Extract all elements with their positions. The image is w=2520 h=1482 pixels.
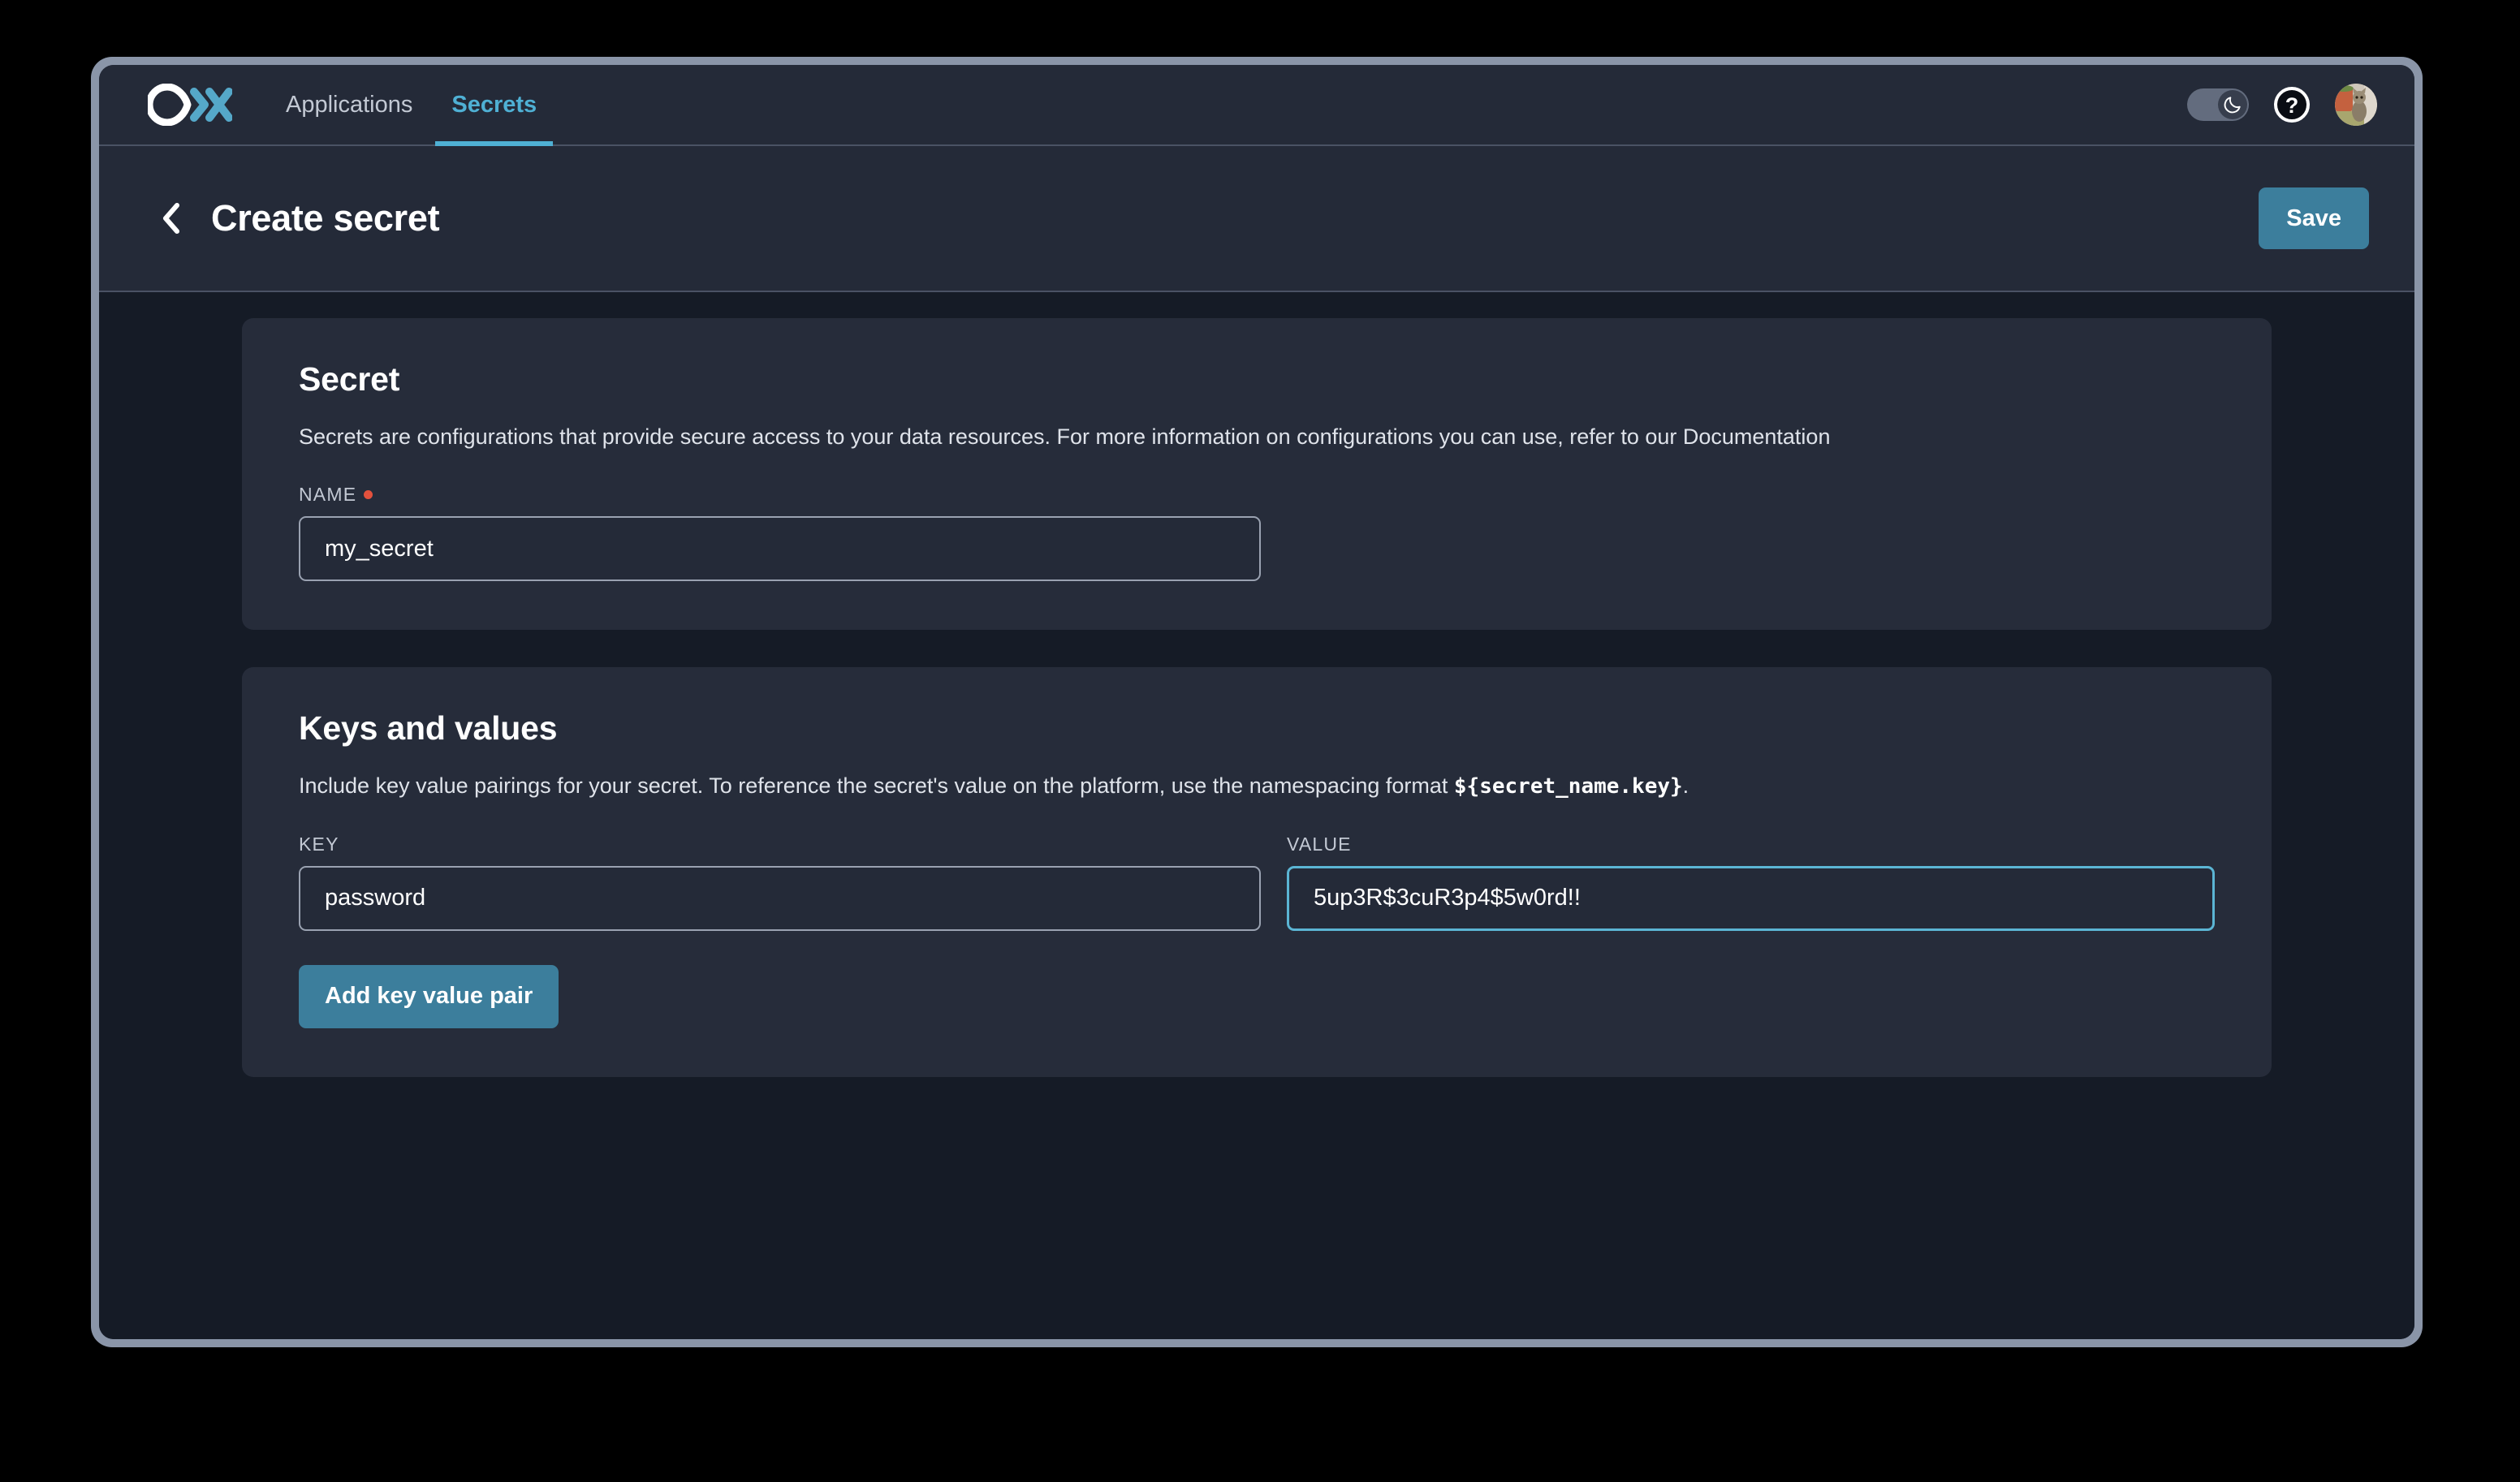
application-window: Applications Secrets ? Create secret Sav… [91,57,2423,1347]
nav-tab-applications[interactable]: Applications [266,65,432,144]
nav-tab-applications-label: Applications [286,91,413,118]
key-value-row: KEY VALUE [299,834,2215,931]
key-label-text: KEY [299,833,339,855]
key-field-label: KEY [299,834,1261,855]
value-column: VALUE [1287,834,2215,931]
namespacing-format-code: ${secret_name.key} [1453,774,1683,799]
dark-mode-toggle[interactable] [2187,88,2249,121]
svg-text:?: ? [2285,93,2299,118]
ox-logo[interactable] [148,84,232,126]
page-header: Create secret Save [99,146,2414,292]
value-input[interactable] [1287,865,2215,931]
keys-desc-text-2: . [1682,773,1689,799]
secret-card: Secret Secrets are configurations that p… [242,318,2272,631]
key-input[interactable] [299,865,1261,931]
nav-tabs: Applications Secrets [266,65,556,146]
avatar-image [2335,84,2377,126]
required-indicator-icon [364,490,373,500]
keys-and-values-card: Keys and values Include key value pairin… [242,667,2272,1077]
moon-icon [2224,97,2241,114]
value-label-text: VALUE [1287,833,1352,855]
top-navigation-bar: Applications Secrets ? [99,65,2414,146]
keys-card-title: Keys and values [299,709,558,747]
secret-card-description: Secrets are configurations that provide … [299,424,1831,449]
key-column: KEY [299,834,1261,931]
nav-right-actions: ? [2187,84,2377,126]
help-circle-icon[interactable]: ? [2273,86,2311,123]
secret-name-input[interactable] [299,516,1261,582]
add-key-value-pair-button[interactable]: Add key value pair [299,964,559,1028]
content-area: Secret Secrets are configurations that p… [99,292,2414,1339]
chevron-left-icon [163,203,179,234]
page-title: Create secret [211,197,440,239]
save-button[interactable]: Save [2259,187,2369,249]
keys-card-description: Include key value pairings for your secr… [299,772,2215,801]
name-label-text: NAME [299,484,357,506]
toggle-knob [2218,90,2247,119]
user-avatar[interactable] [2335,84,2377,126]
keys-desc-text-1: Include key value pairings for your secr… [299,773,1454,799]
name-field-label: NAME [299,484,2215,506]
nav-tab-secrets[interactable]: Secrets [432,65,556,146]
secret-card-title: Secret [299,360,400,398]
back-button[interactable] [148,195,195,242]
value-field-label: VALUE [1287,834,2215,855]
nav-tab-secrets-label: Secrets [451,91,537,118]
window-content: Applications Secrets ? Create secret Sav… [99,65,2414,1339]
